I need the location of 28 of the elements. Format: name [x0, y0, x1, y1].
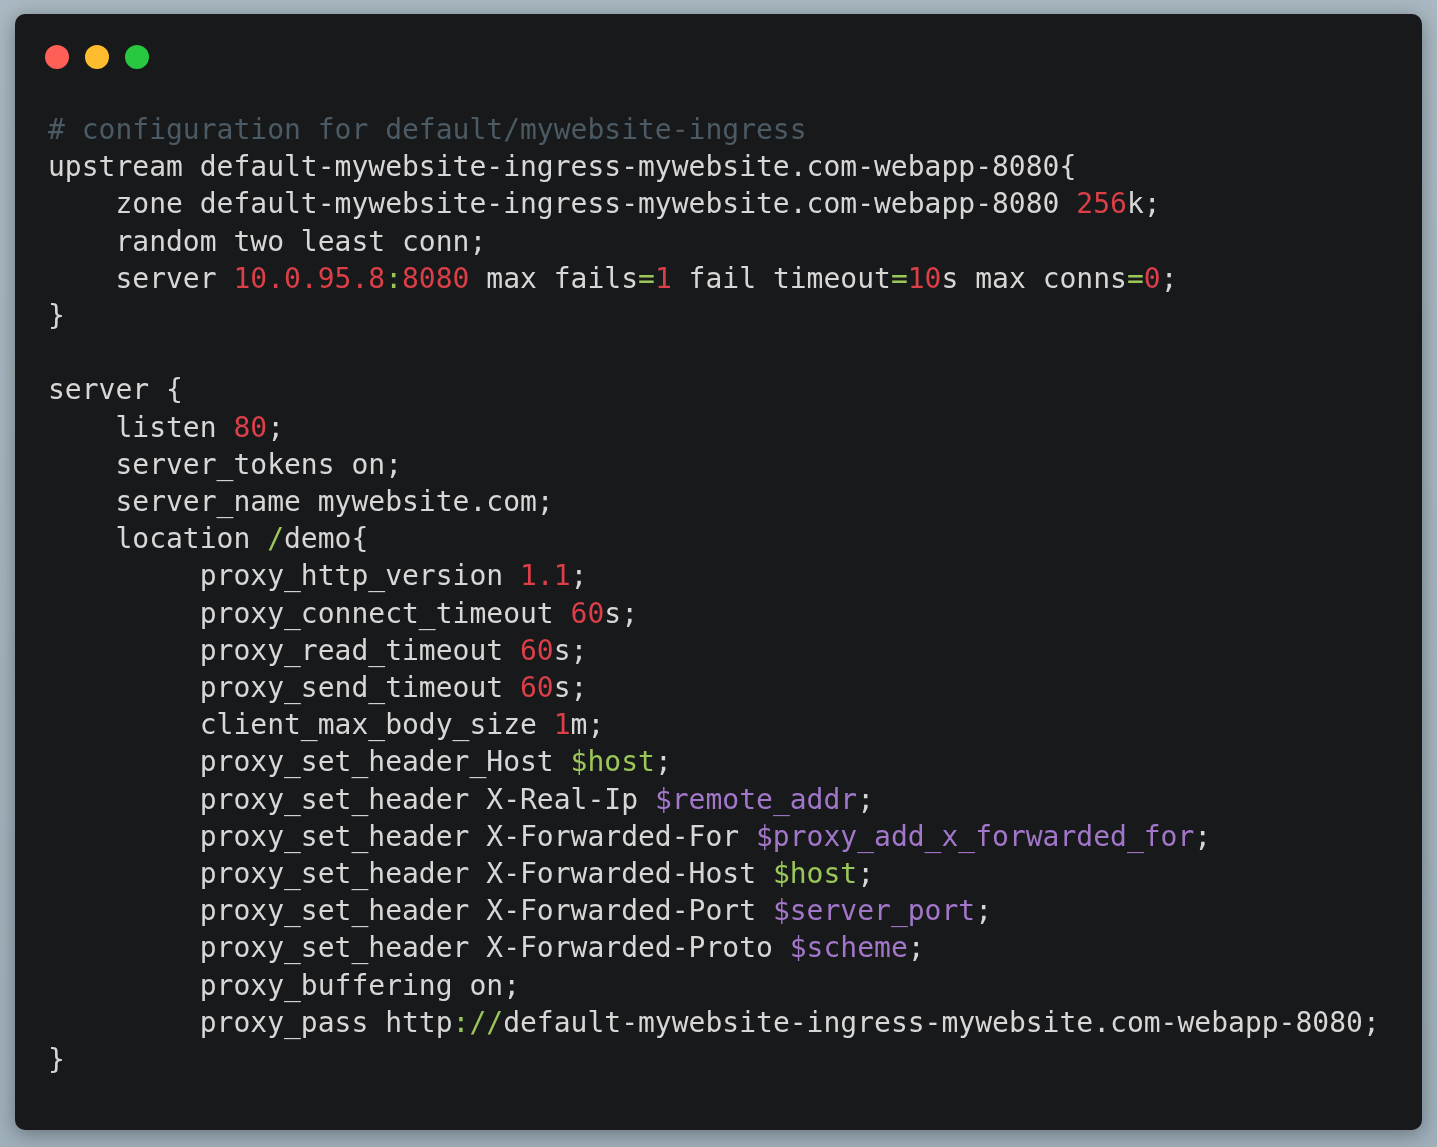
code-line: server_tokens on;: [114, 446, 402, 483]
code-line: }: [48, 1042, 65, 1079]
code-line: proxy_http_version 1.1;: [198, 558, 588, 595]
code-line: server 10.0.95.8:8080 max fails=1 fail timeout=10s max conns=0;: [114, 260, 1178, 297]
code-line: proxy_read_timeout 60s;: [198, 632, 588, 669]
code-line: proxy_set_header X-Forwarded-Proto $scheme;: [198, 930, 925, 967]
code-line: proxy_connect_timeout 60s;: [198, 595, 639, 632]
code-line: upstream default-mywebsite-ingress-mywebsite.com-webapp-8080{: [48, 149, 1077, 186]
code-line: proxy_set_header X-Forwarded-Host $host;: [198, 856, 875, 893]
code-line: proxy_send_timeout 60s;: [198, 670, 588, 707]
code-line: proxy_set_header X-Forwarded-Port $server_port;: [198, 893, 993, 930]
close-button[interactable]: [45, 45, 69, 69]
code-line: server {: [48, 372, 183, 409]
minimize-button[interactable]: [85, 45, 109, 69]
code-line: client_max_body_size 1m;: [198, 707, 605, 744]
code-line: server_name mywebsite.com;: [114, 484, 554, 520]
code-line: proxy_set_header_Host $host;: [198, 744, 672, 781]
code-comment: # configuration for default/mywebsite-ingress: [48, 112, 807, 148]
code-line: listen 80;: [114, 409, 284, 446]
code-line: zone default-mywebsite-ingress-mywebsite.com-webapp-8080 256k;: [114, 186, 1161, 223]
code-line: proxy_pass http://default-mywebsite-ingress-mywebsite.com-webapp-8080;: [198, 1004, 1380, 1041]
code-line: location /demo{: [114, 521, 369, 558]
code-line: proxy_set_header X-Real-Ip $remote_addr;: [198, 781, 875, 818]
code-line: proxy_buffering on;: [198, 967, 520, 1004]
code-line: random two least conn;: [114, 223, 487, 260]
code-line: proxy_set_header X-Forwarded-For $proxy_add_x_forwarded_for;: [198, 818, 1212, 855]
maximize-button[interactable]: [125, 45, 149, 69]
code-line: }: [48, 298, 65, 334]
